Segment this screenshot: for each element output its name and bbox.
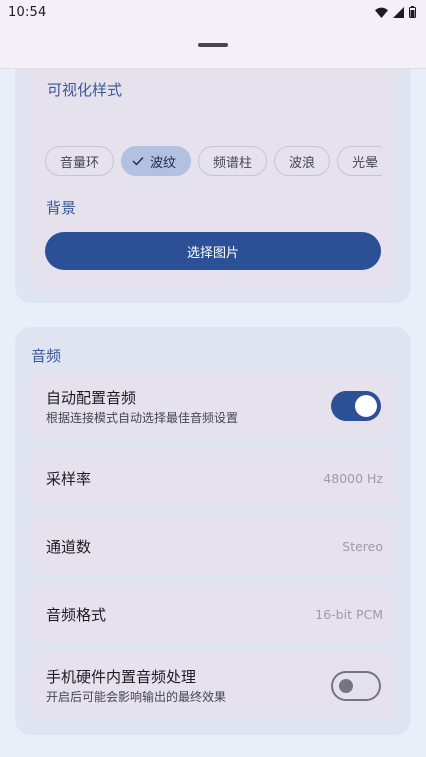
background-title: 背景 (46, 199, 77, 217)
hardware-processing-switch[interactable] (331, 671, 381, 701)
switch-knob (355, 395, 377, 417)
chip-wave[interactable]: 波浪 (274, 146, 331, 176)
hardware-processing-label: 手机硬件内置音频处理 (46, 668, 197, 686)
visualization-title: 可视化样式 (47, 81, 123, 99)
channels-row[interactable]: 通道数 Stereo (30, 517, 396, 575)
display-settings-card: 可视化样式 音量环 波纹 频谱柱 波浪 光晕 背景 选择图片 (15, 40, 411, 303)
audio-format-row[interactable]: 音频格式 16-bit PCM (30, 585, 396, 643)
auto-config-switch[interactable] (331, 391, 381, 421)
chip-label: 音量环 (60, 155, 100, 171)
signal-icon (393, 6, 404, 18)
chip-label: 频谱柱 (213, 155, 253, 171)
chip-spectrum-bars[interactable]: 频谱柱 (198, 146, 268, 176)
chip-label: 光晕 (352, 155, 379, 171)
status-icons (375, 6, 416, 18)
audio-format-value: 16-bit PCM (315, 607, 383, 622)
hardware-processing-description: 开启后可能会影响输出的最终效果 (46, 690, 227, 704)
status-time: 10:54 (8, 4, 47, 20)
drag-handle[interactable] (198, 43, 228, 47)
channels-value: Stereo (342, 539, 383, 554)
check-icon (132, 157, 144, 166)
chip-volume-ring[interactable]: 音量环 (45, 146, 115, 176)
chip-glow[interactable]: 光晕 (337, 146, 382, 176)
sample-rate-row[interactable]: 采样率 48000 Hz (30, 449, 396, 507)
auto-config-label: 自动配置音频 (46, 389, 137, 407)
auto-config-description: 根据连接模式自动选择最佳音频设置 (46, 411, 239, 425)
chip-label: 波纹 (150, 155, 177, 171)
status-bar: 10:54 (0, 0, 426, 24)
audio-settings-card: 音频 自动配置音频 根据连接模式自动选择最佳音频设置 采样率 48000 Hz … (15, 327, 411, 735)
sheet-header (0, 24, 426, 69)
audio-section-title: 音频 (31, 347, 62, 365)
sample-rate-value: 48000 Hz (323, 471, 383, 486)
channels-label: 通道数 (46, 538, 92, 556)
choose-image-button[interactable]: 选择图片 (45, 232, 381, 270)
switch-knob (339, 679, 353, 693)
hardware-processing-row[interactable]: 手机硬件内置音频处理 开启后可能会影响输出的最终效果 (30, 653, 396, 717)
auto-config-row[interactable]: 自动配置音频 根据连接模式自动选择最佳音频设置 (30, 374, 396, 438)
sample-rate-label: 采样率 (46, 470, 92, 488)
audio-format-label: 音频格式 (46, 606, 107, 624)
battery-icon (409, 6, 416, 18)
visualization-chip-row[interactable]: 音量环 波纹 频谱柱 波浪 光晕 (45, 146, 382, 178)
chip-ripple[interactable]: 波纹 (121, 146, 192, 176)
wifi-icon (375, 7, 388, 18)
chip-label: 波浪 (289, 155, 316, 171)
